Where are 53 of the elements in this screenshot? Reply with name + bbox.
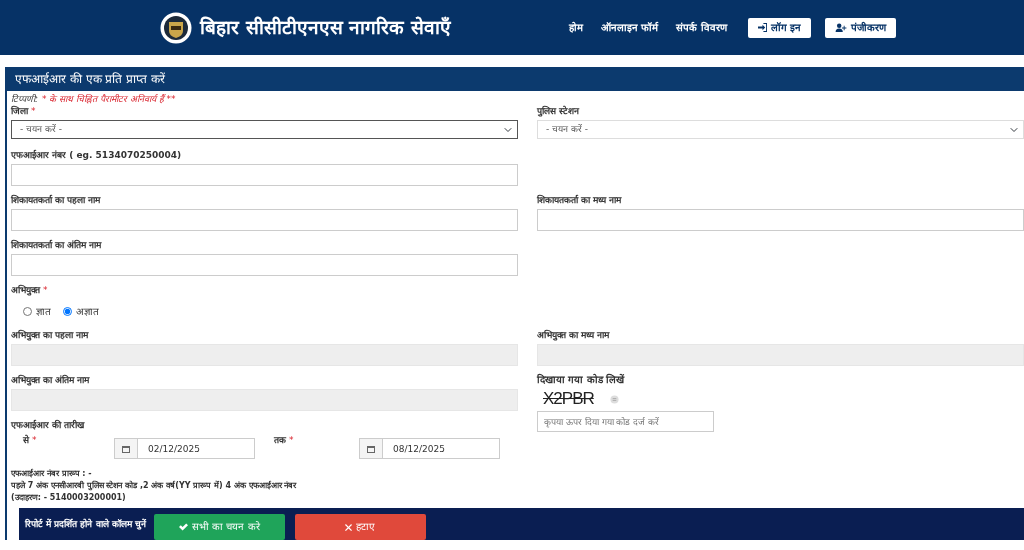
input-field[interactable] [11, 209, 518, 231]
format-note-line: (उदाहरण: - 5140003200001) [11, 492, 127, 504]
field-label: शिकायतकर्ता का मध्य नाम [537, 194, 622, 206]
column-bar-label: रिपोर्ट में प्रदर्शित होने वाले कॉलम चुनें [24, 518, 148, 530]
login-button[interactable]: लॉग इन [747, 17, 811, 38]
close-icon [345, 523, 353, 531]
radio-label: अज्ञात [76, 305, 99, 318]
remove-button[interactable]: हटाए [294, 514, 426, 540]
input-field[interactable] [11, 254, 518, 276]
radio-label: ज्ञात [36, 305, 51, 318]
input-field[interactable] [537, 209, 1024, 231]
site-title: बिहार सीसीटीएनएस नागरिक सेवाएँ [200, 16, 451, 39]
emblem-logo [160, 11, 192, 44]
field-label: अभियुक्त का मध्य नाम [537, 329, 610, 341]
calendar-icon [367, 444, 375, 453]
required-mark: * [43, 284, 48, 296]
check-icon [179, 523, 189, 531]
date-label: से [23, 434, 29, 446]
date-field[interactable]: 08/12/2025 [359, 438, 500, 459]
nav-link[interactable]: ऑनलाइन फॉर्म [600, 21, 659, 34]
field-label: दिखाया गया कोड लिखें [537, 374, 626, 386]
note-label: टिप्पणी: [11, 93, 39, 105]
date-label: तक [274, 434, 286, 446]
field-label: एफआईआर की तारीख [11, 419, 85, 431]
input-field[interactable] [11, 164, 518, 186]
field-label: शिकायतकर्ता का पहला नाम [11, 194, 101, 206]
select-field[interactable]: - चयन करें - [11, 120, 518, 139]
note-text: * के साथ चिह्नित पैरामीटर अनिवार्य हैं ** [42, 93, 176, 105]
select-field[interactable]: - चयन करें - [537, 120, 1024, 139]
nav-link[interactable]: संपर्क विवरण [676, 21, 727, 34]
required-mark: * [31, 105, 36, 117]
calendar-icon [122, 444, 130, 453]
required-mark: * [32, 434, 37, 446]
format-note-line: एफआईआर नंबर प्रारूप : - [11, 468, 93, 480]
field-label: अभियुक्त का अंतिम नाम [11, 374, 90, 386]
date-field[interactable]: 02/12/2025 [114, 438, 255, 459]
captcha-input[interactable]: कृपया ऊपर दिया गया कोड दर्ज करें [537, 411, 714, 432]
field-label: पुलिस स्टेशन [537, 105, 580, 117]
format-note-line: पहले 7 अंक एनसीआरबी पुलिस स्टेशन कोड ,2 अंक वर्ष(YY प्रारूप में) 4 अंक एफआईआर नंबर [11, 480, 298, 492]
panel-title: एफआईआर की एक प्रति प्राप्त करें [7, 67, 1024, 91]
captcha-code: X2PBR [543, 390, 594, 408]
login-icon [757, 23, 767, 32]
field-label: अभियुक्त का पहला नाम [11, 329, 89, 341]
register-button[interactable]: पंजीकरण [825, 17, 896, 38]
field-label: एफआईआर नंबर ( eg. 5134070250004) [11, 149, 182, 161]
field-label: अभियुक्त [11, 284, 40, 296]
radio-button[interactable] [63, 307, 72, 316]
nav-link[interactable]: होम [568, 21, 583, 34]
radio-button[interactable] [23, 307, 32, 316]
required-mark: * [289, 434, 294, 446]
field-label: जिला [11, 105, 28, 117]
field-label: शिकायतकर्ता का अंतिम नाम [11, 239, 102, 251]
add-user-icon [835, 23, 847, 32]
